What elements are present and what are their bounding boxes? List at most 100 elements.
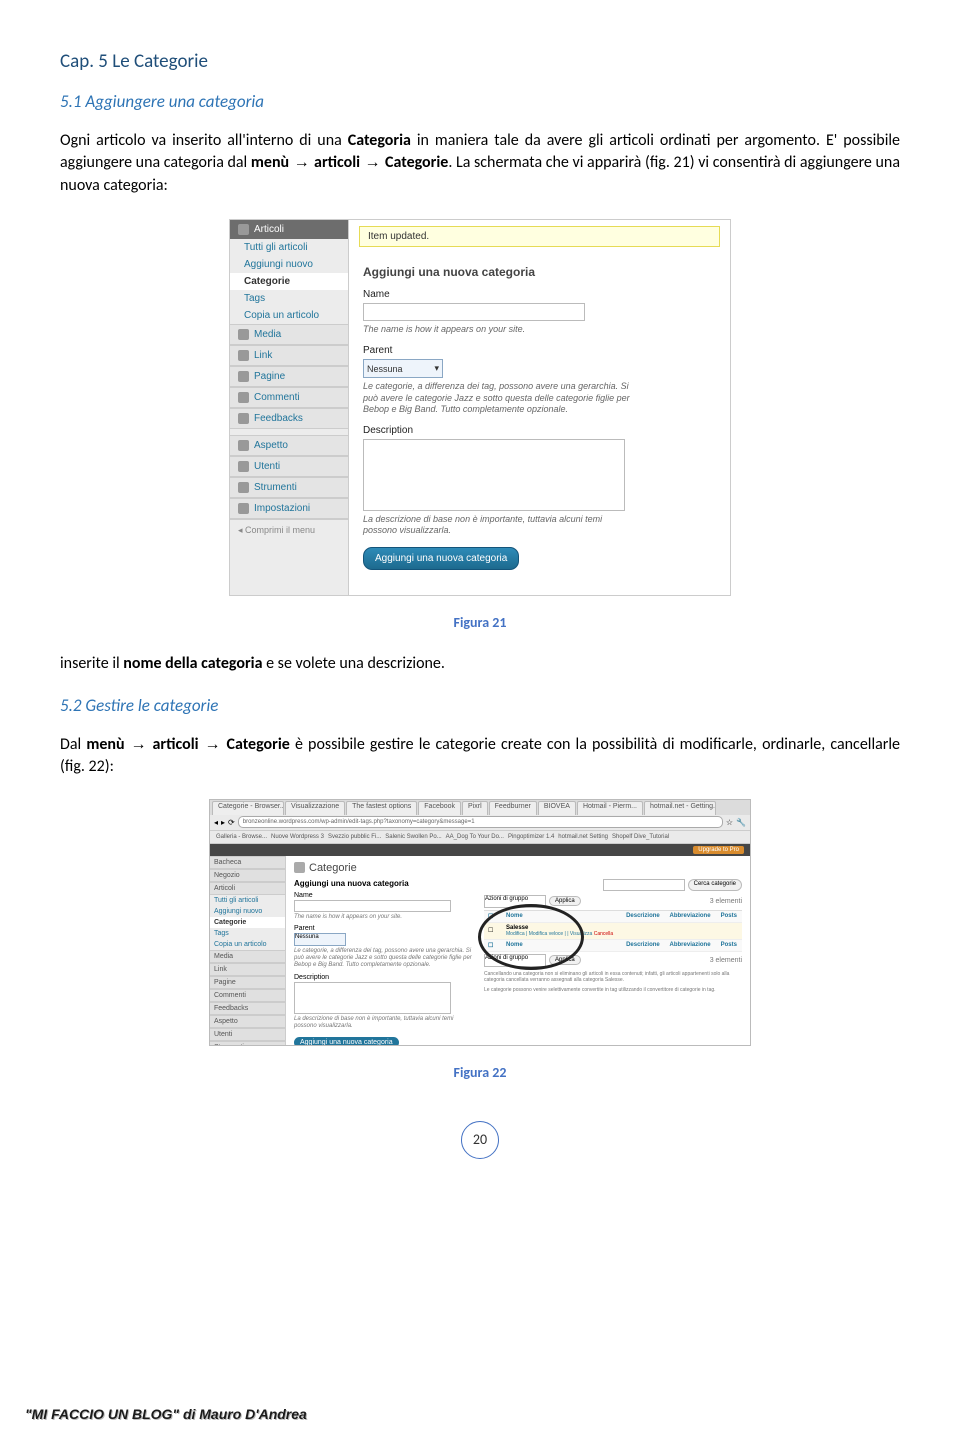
arrow-icon: → (289, 154, 314, 171)
side-strumenti[interactable]: Strumenti (210, 1041, 285, 1046)
row-actions: Modifica | Modifica veloce | | Visualizz… (506, 931, 613, 937)
desc-textarea[interactable] (294, 982, 451, 1014)
label: Pagine (254, 371, 285, 382)
sidebar-head-strumenti[interactable]: Strumenti (230, 477, 348, 498)
browser-tab[interactable]: Hotmail - Pierm... (577, 801, 643, 815)
bookmark[interactable]: Pingoptimizer 1.4 (508, 834, 554, 840)
star-icon[interactable]: ☆ (726, 818, 733, 827)
search-input[interactable] (603, 879, 685, 891)
col-slug: Abbreviazione (666, 939, 717, 951)
submit-button[interactable]: Aggiungi una nuova categoria (363, 547, 519, 570)
side-categorie[interactable]: Categorie (210, 917, 285, 928)
side-media[interactable]: Media (210, 950, 285, 963)
submit-button[interactable]: Aggiungi una nuova categoria (294, 1037, 399, 1046)
b52-m2: articoli (153, 735, 199, 754)
sidebar-head-aspetto[interactable]: Aspetto (230, 435, 348, 456)
sidebar-item-copy[interactable]: Copia un articolo (230, 307, 348, 324)
side-commenti[interactable]: Commenti (210, 989, 285, 1002)
bookmark[interactable]: hotmail.net Setting (558, 834, 608, 840)
name-input[interactable] (363, 303, 585, 321)
wp-sidebar: Articoli Tutti gli articoli Aggiungi nuo… (230, 220, 349, 595)
add-category-form: Aggiungi una nuova categoria Name The na… (349, 253, 730, 580)
bookmark[interactable]: Nuove Wordpress 3 (271, 834, 324, 840)
parent-select[interactable]: Nessuna▾ (363, 359, 443, 378)
col-desc[interactable]: Descrizione (622, 910, 665, 922)
arrow-icon: → (199, 736, 227, 753)
apply-button[interactable]: Applica (549, 896, 581, 906)
checkbox[interactable]: ☐ (488, 914, 493, 920)
label: Commenti (254, 392, 300, 403)
browser-tab[interactable]: Pixrl (462, 801, 488, 815)
col-posts[interactable]: Posts (717, 910, 742, 922)
parent-help: Le categorie, a differenza dei tag, poss… (294, 948, 474, 970)
side-tags[interactable]: Tags (210, 928, 285, 939)
browser-tab[interactable]: The fastest options (346, 801, 417, 815)
sidebar-head-commenti[interactable]: Commenti (230, 387, 348, 408)
side-copy[interactable]: Copia un articolo (210, 939, 285, 950)
search-button[interactable]: Cerca categorie (688, 879, 742, 891)
sidebar-item-all[interactable]: Tutti gli articoli (230, 239, 348, 256)
side-pagine[interactable]: Pagine (210, 976, 285, 989)
checkbox[interactable]: ☐ (488, 928, 493, 934)
sidebar-head-media[interactable]: Media (230, 324, 348, 345)
sidebar-head-utenti[interactable]: Utenti (230, 456, 348, 477)
bookmark[interactable]: Svezzio pubblic Fi... (328, 834, 381, 840)
browser-tab[interactable]: BIOVEA (538, 801, 576, 815)
side-aspetto[interactable]: Aspetto (210, 1015, 285, 1028)
forward-icon[interactable]: ▸ (221, 818, 225, 827)
sidebar-head-articoli[interactable]: Articoli (230, 220, 348, 239)
desc-textarea[interactable] (363, 439, 625, 511)
col-slug[interactable]: Abbreviazione (666, 910, 717, 922)
item-count: 3 elementi (710, 898, 742, 905)
sidebar-item-categorie[interactable]: Categorie (230, 273, 348, 290)
side-feedbacks[interactable]: Feedbacks (210, 1002, 285, 1015)
sidebar-collapse[interactable]: ◂ Comprimi il menu (230, 519, 348, 541)
intro-paragraph: Ogni articolo va inserito all'interno di… (60, 130, 900, 197)
parent-help: Le categorie, a differenza dei tag, poss… (363, 381, 633, 415)
table-row[interactable]: ☐ Salesse Modifica | Modifica veloce | |… (484, 922, 742, 939)
sidebar-head-pagine[interactable]: Pagine (230, 366, 348, 387)
browser-tab[interactable]: Visualizzazione (285, 801, 345, 815)
sidebar-head-feedbacks[interactable]: Feedbacks (230, 408, 348, 429)
wrench-icon[interactable]: 🔧 (736, 818, 746, 827)
side-utenti[interactable]: Utenti (210, 1028, 285, 1041)
title-text: Categorie (309, 862, 357, 874)
parent-select[interactable]: Nessuna (294, 933, 346, 946)
col-name[interactable]: Nome (502, 910, 622, 922)
side-bacheca[interactable]: Bacheca (210, 856, 285, 869)
page-number-wrap: 20 (60, 1121, 900, 1159)
browser-tab[interactable]: Feedburner (489, 801, 537, 815)
name-input[interactable] (294, 900, 451, 912)
apply-button[interactable]: Applica (549, 955, 581, 965)
browser-tab[interactable]: Facebook (418, 801, 461, 815)
footer-book-title: "MI FACCIO UN BLOG" di Mauro D'Andrea (25, 1406, 307, 1422)
browser-tab[interactable]: hotmail.net - Getting... (644, 801, 716, 815)
delete-link[interactable]: Cancella (594, 931, 613, 937)
sidebar-head-impostazioni[interactable]: Impostazioni (230, 498, 348, 519)
bookmark[interactable]: Galleria - Browse... (216, 834, 267, 840)
bulk-select[interactable]: Azioni di gruppo (484, 954, 546, 967)
screenshot-add-category: Articoli Tutti gli articoli Aggiungi nuo… (229, 219, 731, 596)
bookmark[interactable]: AA_Dog To Your Do... (446, 834, 504, 840)
sidebar-item-add[interactable]: Aggiungi nuovo (230, 256, 348, 273)
sidebar-item-tags[interactable]: Tags (230, 290, 348, 307)
page-icon (238, 371, 249, 382)
side-add[interactable]: Aggiungi nuovo (210, 906, 285, 917)
edit-link[interactable]: Modifica | Modifica veloce | | Visualizz… (506, 931, 592, 937)
side-articoli[interactable]: Articoli (210, 882, 285, 895)
address-bar[interactable]: bronzeonline.wordpress.com/wp-admin/edit… (238, 816, 723, 828)
back-icon[interactable]: ◂ (214, 818, 218, 827)
upgrade-button[interactable]: Upgrade to Pro (693, 846, 744, 854)
sidebar-head-link[interactable]: Link (230, 345, 348, 366)
chevron-down-icon: ▾ (434, 363, 439, 374)
wp-main: Item updated. Aggiungi una nuova categor… (349, 220, 730, 595)
bookmark[interactable]: Shopelf Dive_Tutorial (612, 834, 669, 840)
checkbox[interactable]: ☐ (488, 943, 493, 949)
side-all[interactable]: Tutti gli articoli (210, 895, 285, 906)
bulk-select[interactable]: Azioni di gruppo (484, 895, 546, 908)
side-negozio[interactable]: Negozio (210, 869, 285, 882)
reload-icon[interactable]: ⟳ (228, 818, 235, 827)
side-link[interactable]: Link (210, 963, 285, 976)
browser-tab[interactable]: Categorie - Browser... (212, 801, 284, 815)
bookmark[interactable]: Salenic Swollen Po... (385, 834, 441, 840)
